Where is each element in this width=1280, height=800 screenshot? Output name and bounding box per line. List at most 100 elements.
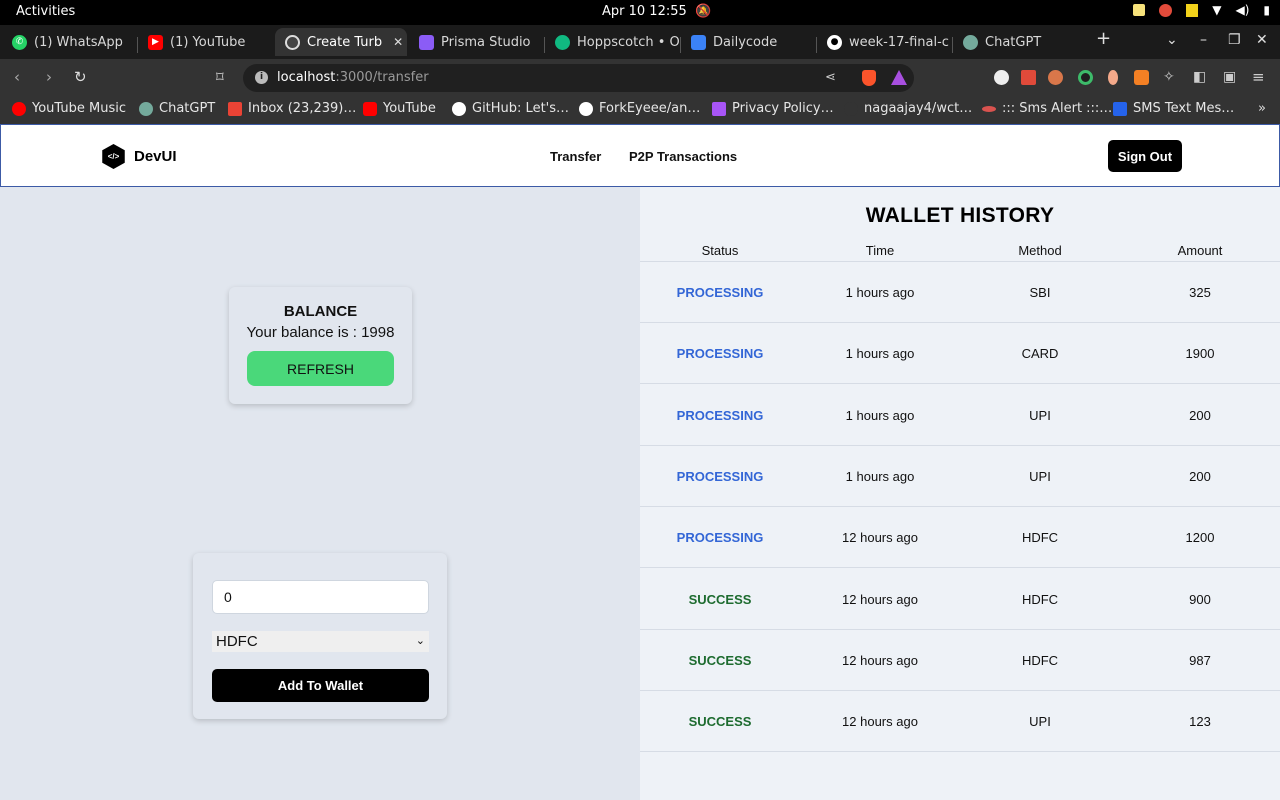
- amount-cell: 1900: [1185, 346, 1215, 362]
- tab-github[interactable]: ● week-17-final-c: [817, 28, 951, 56]
- tab-label: Hoppscotch • O: [577, 34, 679, 50]
- more-bookmarks-icon[interactable]: »: [1258, 101, 1266, 116]
- close-tab-icon[interactable]: ✕: [393, 35, 403, 49]
- status-cell: SUCCESS: [688, 714, 752, 730]
- tab-label: Create Turb: [307, 34, 383, 50]
- table-row: PROCESSING 12 hours ago HDFC 1200: [640, 507, 1280, 569]
- extension-icon[interactable]: [1108, 70, 1118, 85]
- sticky-notes-icon[interactable]: [1133, 4, 1146, 16]
- method-cell: HDFC: [1021, 591, 1059, 607]
- tab-create-turbo[interactable]: Create Turb ✕: [275, 28, 407, 56]
- balance-title: BALANCE: [283, 303, 358, 320]
- brand-name[interactable]: DevUI: [134, 148, 177, 165]
- tab-hoppscotch[interactable]: Hoppscotch • O: [545, 28, 679, 56]
- devui-logo-icon[interactable]: </>: [102, 144, 125, 169]
- method-cell: HDFC: [1021, 530, 1059, 546]
- tab-search-chevron-icon[interactable]: ⌄: [1166, 32, 1178, 48]
- wallet-icon[interactable]: ▣: [1223, 69, 1236, 85]
- dailycode-icon: [691, 34, 706, 50]
- system-clock[interactable]: Apr 10 12:55: [602, 4, 687, 19]
- notifications-muted-icon[interactable]: 🔕: [695, 4, 711, 19]
- amount-cell: 1200: [1185, 530, 1215, 546]
- bookmark-gmail[interactable]: Inbox (23,239)…: [228, 101, 356, 116]
- chatgpt-icon: [963, 34, 978, 50]
- url-text[interactable]: localhost:3000/transfer: [277, 70, 429, 85]
- back-icon[interactable]: ‹: [14, 68, 20, 86]
- tab-chatgpt[interactable]: ChatGPT: [953, 28, 1087, 56]
- sms-icon: [1113, 101, 1127, 116]
- bookmark-youtube[interactable]: YouTube: [363, 101, 436, 116]
- amount-input[interactable]: 0: [212, 580, 429, 614]
- bookmark-sms-alert[interactable]: ::: Sms Alert :::…: [982, 101, 1112, 116]
- time-cell: 1 hours ago: [845, 346, 915, 362]
- youtube-music-icon: [12, 101, 26, 116]
- github-icon: ●: [827, 34, 842, 50]
- tab-label: ChatGPT: [985, 34, 1042, 50]
- share-icon[interactable]: ⋖: [825, 70, 836, 85]
- time-cell: 12 hours ago: [842, 530, 918, 546]
- extensions-puzzle-icon[interactable]: ✧: [1163, 69, 1175, 85]
- add-to-wallet-button[interactable]: Add To Wallet: [212, 669, 429, 702]
- tab-whatsapp[interactable]: ✆ (1) WhatsApp: [2, 28, 136, 56]
- extension-icon[interactable]: [1078, 70, 1093, 85]
- sidebar-icon[interactable]: ◧: [1193, 69, 1206, 85]
- whatsapp-icon: ✆: [12, 34, 27, 50]
- battery-icon[interactable]: ▮: [1263, 3, 1270, 17]
- bookmark-privacy-policy[interactable]: Privacy Policy…: [712, 101, 834, 116]
- tab-prisma-studio[interactable]: Prisma Studio: [409, 28, 543, 56]
- reload-icon[interactable]: ↻: [74, 68, 87, 86]
- time-cell: 1 hours ago: [845, 285, 915, 300]
- bookmark-youtube-music[interactable]: YouTube Music: [12, 101, 126, 116]
- menu-icon[interactable]: ≡: [1252, 68, 1265, 86]
- bookmark-icon[interactable]: ⌑: [216, 68, 224, 86]
- chevron-down-icon: ⌄: [415, 635, 425, 647]
- amount-cell: 200: [1189, 468, 1211, 484]
- table-row: SUCCESS 12 hours ago HDFC 987: [640, 630, 1280, 691]
- gmail-icon: [228, 101, 242, 116]
- refresh-button[interactable]: REFRESH: [247, 351, 394, 386]
- column-header-time: Time: [865, 243, 895, 258]
- github-icon: [452, 101, 466, 116]
- brave-rewards-icon[interactable]: [891, 70, 907, 85]
- turbo-icon: [285, 34, 300, 50]
- forward-icon[interactable]: ›: [46, 68, 52, 86]
- wifi-icon[interactable]: ▼: [1212, 3, 1221, 17]
- status-cell: SUCCESS: [688, 652, 752, 668]
- table-row: PROCESSING 1 hours ago SBI 325: [640, 262, 1280, 323]
- maximize-icon[interactable]: ❐: [1228, 32, 1241, 48]
- time-cell: 1 hours ago: [845, 407, 915, 423]
- table-row: PROCESSING 1 hours ago UPI 200: [640, 385, 1280, 446]
- privacy-icon: [712, 101, 726, 116]
- bookmark-chatgpt[interactable]: ChatGPT: [139, 101, 215, 116]
- minimize-icon[interactable]: –: [1200, 32, 1207, 48]
- extension-icon[interactable]: [994, 70, 1009, 85]
- site-info-icon[interactable]: i: [255, 71, 268, 84]
- bookmark-sms-text[interactable]: SMS Text Mes…: [1113, 101, 1234, 116]
- sign-out-button[interactable]: Sign Out: [1108, 140, 1182, 172]
- new-tab-icon[interactable]: +: [1096, 28, 1111, 49]
- tab-label: Dailycode: [713, 34, 778, 50]
- status-cell: PROCESSING: [676, 346, 764, 362]
- bookmark-forkeyeee[interactable]: ForkEyeee/an…: [579, 101, 700, 116]
- tab-label: week-17-final-c: [849, 34, 949, 50]
- metamask-icon[interactable]: [1134, 70, 1149, 85]
- bookmark-github[interactable]: GitHub: Let's…: [452, 101, 569, 116]
- tab-youtube[interactable]: ▶ (1) YouTube: [138, 28, 272, 56]
- address-bar[interactable]: i localhost:3000/transfer ⋖: [243, 64, 914, 92]
- app-indicator-icon[interactable]: [1159, 3, 1173, 17]
- tab-dailycode[interactable]: Dailycode: [681, 28, 815, 56]
- extension-icon[interactable]: [1048, 70, 1063, 85]
- close-window-icon[interactable]: ✕: [1256, 32, 1268, 48]
- bookmark-nagaajay[interactable]: nagaajay4/wct…: [844, 101, 972, 116]
- extension-icon[interactable]: [1021, 70, 1036, 85]
- notes-indicator-icon[interactable]: [1186, 3, 1199, 17]
- activities-button[interactable]: Activities: [16, 4, 75, 19]
- method-cell: HDFC: [1021, 652, 1059, 668]
- chatgpt-icon: [139, 101, 153, 116]
- method-select[interactable]: HDFC ⌄: [212, 631, 429, 652]
- nav-p2p-transactions[interactable]: P2P Transactions: [629, 149, 737, 164]
- brave-shields-icon[interactable]: [862, 70, 876, 86]
- nav-transfer[interactable]: Transfer: [550, 149, 601, 164]
- github-icon: [579, 101, 593, 116]
- volume-icon[interactable]: ◀): [1235, 3, 1249, 17]
